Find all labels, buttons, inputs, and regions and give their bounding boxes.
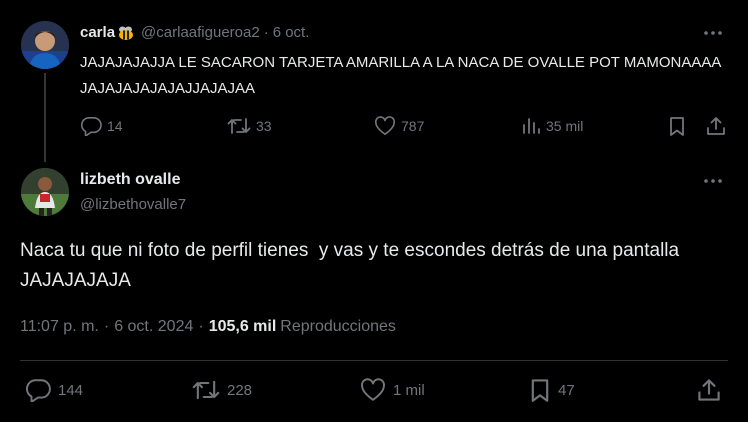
display-name[interactable]: lizbeth ovalle — [80, 171, 180, 189]
handle[interactable]: @carlaafigueroa2 — [141, 24, 260, 42]
tweet-text: Naca tu que ni foto de perfil tienes y v… — [20, 240, 685, 291]
retweet-button[interactable]: 33 — [227, 116, 272, 136]
retweet-count: 228 — [227, 381, 253, 399]
more-options-icon[interactable] — [702, 172, 724, 190]
reply-button[interactable]: 14 — [80, 116, 123, 136]
separator-dot: · — [198, 318, 204, 335]
share-button[interactable] — [706, 116, 726, 136]
retweet-icon — [227, 116, 251, 136]
tweet-text: JAJAJAJAJJA LE SACARON TARJETA AMARILLA … — [80, 54, 721, 97]
bookmark-count: 47 — [558, 381, 575, 399]
share-icon — [706, 116, 726, 136]
tweet-metadata: 11:07 p. m. · 6 oct. 2024 · 105,6 mil Re… — [20, 318, 396, 336]
bookmark-button[interactable]: 47 — [529, 378, 575, 402]
heart-icon — [360, 378, 386, 402]
like-count: 1 mil — [393, 381, 425, 399]
like-count: 787 — [401, 118, 425, 134]
tweet-date[interactable]: 6 oct. 2024 — [114, 318, 193, 336]
thread-line — [44, 73, 46, 162]
reply-count: 14 — [107, 118, 123, 134]
bee-icon — [117, 25, 135, 41]
views-count[interactable]: 105,6 mil — [209, 318, 277, 336]
reply-button[interactable]: 144 — [25, 378, 83, 402]
views-icon — [521, 116, 541, 136]
bookmark-icon — [529, 378, 551, 402]
parent-tweet[interactable]: carla @carlaafigueroa2 · 6 oct. JAJAJAJA… — [0, 0, 748, 162]
action-bar: 144 228 1 mil 47 — [0, 378, 748, 404]
views-button[interactable]: 35 mil — [521, 116, 583, 136]
retweet-button[interactable]: 228 — [192, 378, 252, 402]
heart-icon — [374, 116, 396, 136]
reply-icon — [25, 378, 51, 402]
parent-tweet-header: carla @carlaafigueroa2 · 6 oct. — [80, 24, 309, 42]
separator-dot: · — [263, 24, 269, 41]
reply-count: 144 — [58, 381, 84, 399]
avatar[interactable] — [21, 168, 69, 216]
retweet-icon — [192, 378, 220, 402]
more-options-icon[interactable] — [702, 24, 724, 42]
share-button[interactable] — [697, 378, 721, 402]
share-icon — [697, 378, 721, 402]
like-button[interactable]: 1 mil — [360, 378, 425, 402]
views-count: 35 mil — [546, 118, 584, 134]
reply-icon — [80, 116, 102, 136]
tweet-time[interactable]: 11:07 p. m. — [20, 318, 99, 336]
retweet-count: 33 — [256, 118, 272, 134]
separator-dot: · — [103, 318, 110, 335]
bookmark-icon — [668, 116, 686, 136]
views-label: Reproducciones — [280, 318, 396, 335]
tweet-date[interactable]: 6 oct. — [273, 24, 310, 42]
divider — [20, 360, 728, 361]
display-name[interactable]: carla — [80, 24, 115, 42]
handle[interactable]: @lizbethovalle7 — [80, 196, 186, 213]
bookmark-button[interactable] — [668, 116, 686, 136]
action-bar: 14 33 787 35 mil — [80, 116, 728, 138]
avatar[interactable] — [21, 21, 69, 69]
like-button[interactable]: 787 — [374, 116, 424, 136]
